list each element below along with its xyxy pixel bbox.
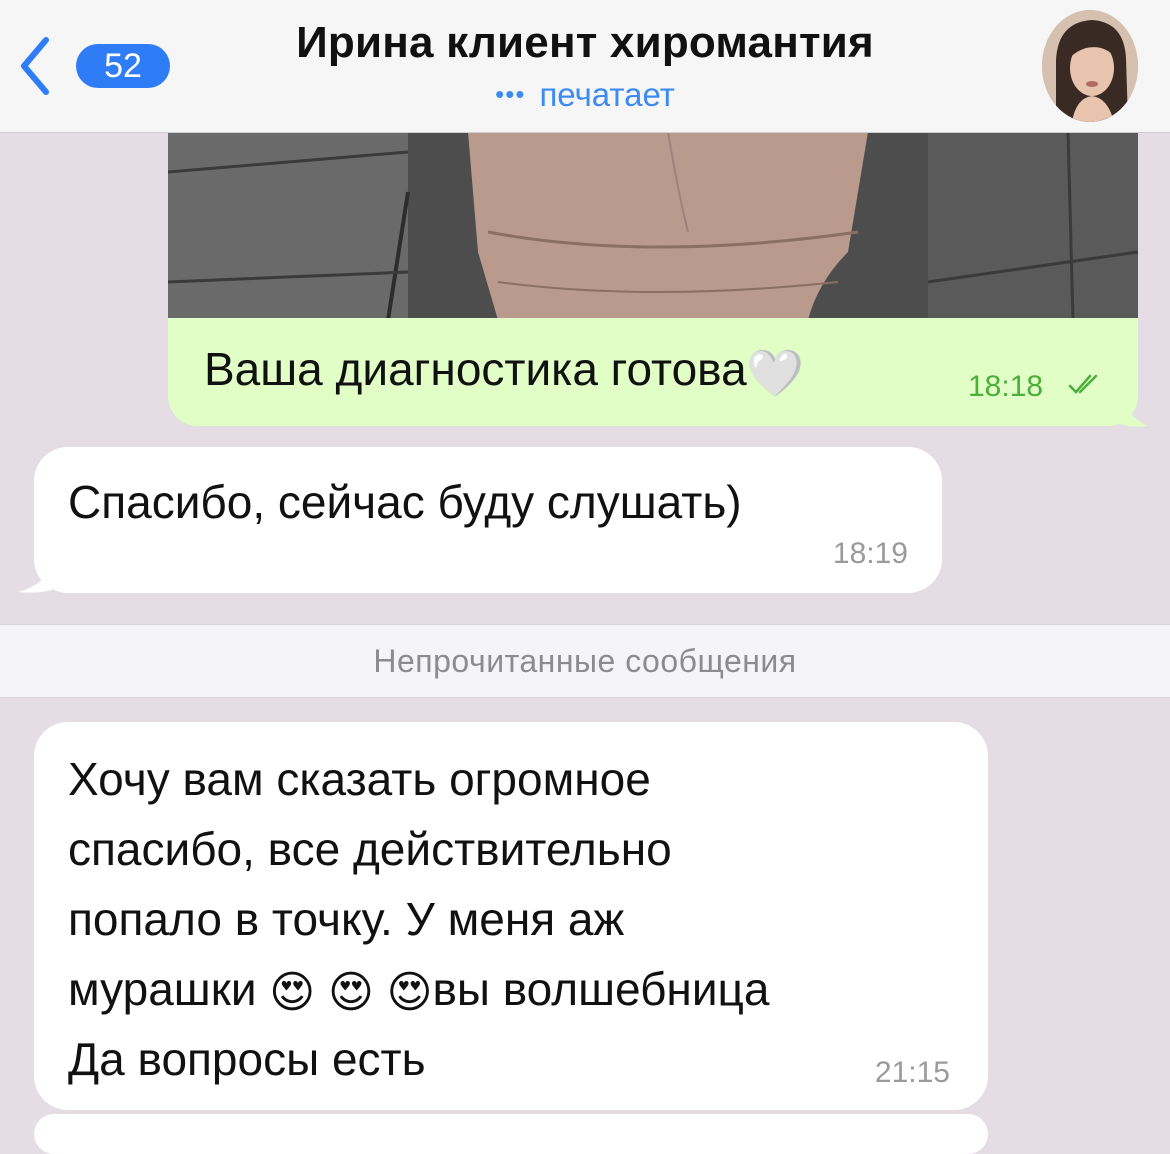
typing-label: печатает (539, 76, 675, 113)
message-text: Хочу вам сказать огромное спасибо, все д… (68, 744, 968, 1094)
message-text: Ваша диагностика готова🤍 (204, 342, 804, 401)
palm-image (168, 132, 1138, 320)
incoming-message-bubble[interactable]: Хочу вам сказать огромное спасибо, все д… (34, 722, 988, 1110)
palm-photo[interactable] (168, 132, 1138, 320)
message-time: 18:18 (968, 370, 1044, 403)
message-line: спасибо, все действительно (68, 823, 672, 875)
message-line: мурашки 😍 😍 😍вы волшебница (68, 954, 968, 1024)
double-check-icon (1068, 374, 1098, 394)
message-line-part: вы волшебница (432, 963, 770, 1015)
message-line: Да вопросы есть (68, 1033, 426, 1085)
message-text-body: Ваша диагностика готова (204, 343, 747, 395)
white-heart-emoji: 🤍 (746, 347, 804, 399)
message-text: Спасибо, сейчас буду слушать) (68, 476, 742, 528)
message-line: Хочу вам сказать огромное (68, 753, 651, 805)
message-line: попало в точку. У меня аж (68, 893, 625, 945)
heart-eyes-emoji: 😍 (386, 968, 433, 1017)
avatar-photo (1042, 10, 1138, 122)
message-line-part: мурашки (68, 963, 270, 1015)
incoming-message-bubble[interactable]: Спасибо, сейчас буду слушать) 18:19 (34, 447, 942, 593)
chat-title[interactable]: Ирина клиент хиромантия (0, 18, 1170, 68)
unread-messages-divider: Непрочитанные сообщения (0, 624, 1170, 698)
typing-status: ••• печатает (0, 76, 1170, 114)
message-time: 18:19 (832, 537, 908, 570)
heart-eyes-emoji: 😍 (327, 968, 374, 1017)
incoming-bubble-tail (18, 560, 52, 593)
heart-eyes-emoji: 😍 (269, 968, 316, 1017)
avatar[interactable] (1042, 10, 1138, 122)
outgoing-bubble-tail (1120, 386, 1148, 427)
chat-header: 52 Ирина клиент хиромантия ••• печатает (0, 0, 1170, 133)
incoming-message-bubble-partial[interactable] (34, 1114, 988, 1154)
typing-dots-icon: ••• (495, 79, 526, 109)
message-time: 21:15 (874, 1056, 950, 1089)
outgoing-message-bubble[interactable]: Ваша диагностика готова🤍 18:18 (168, 318, 1138, 426)
